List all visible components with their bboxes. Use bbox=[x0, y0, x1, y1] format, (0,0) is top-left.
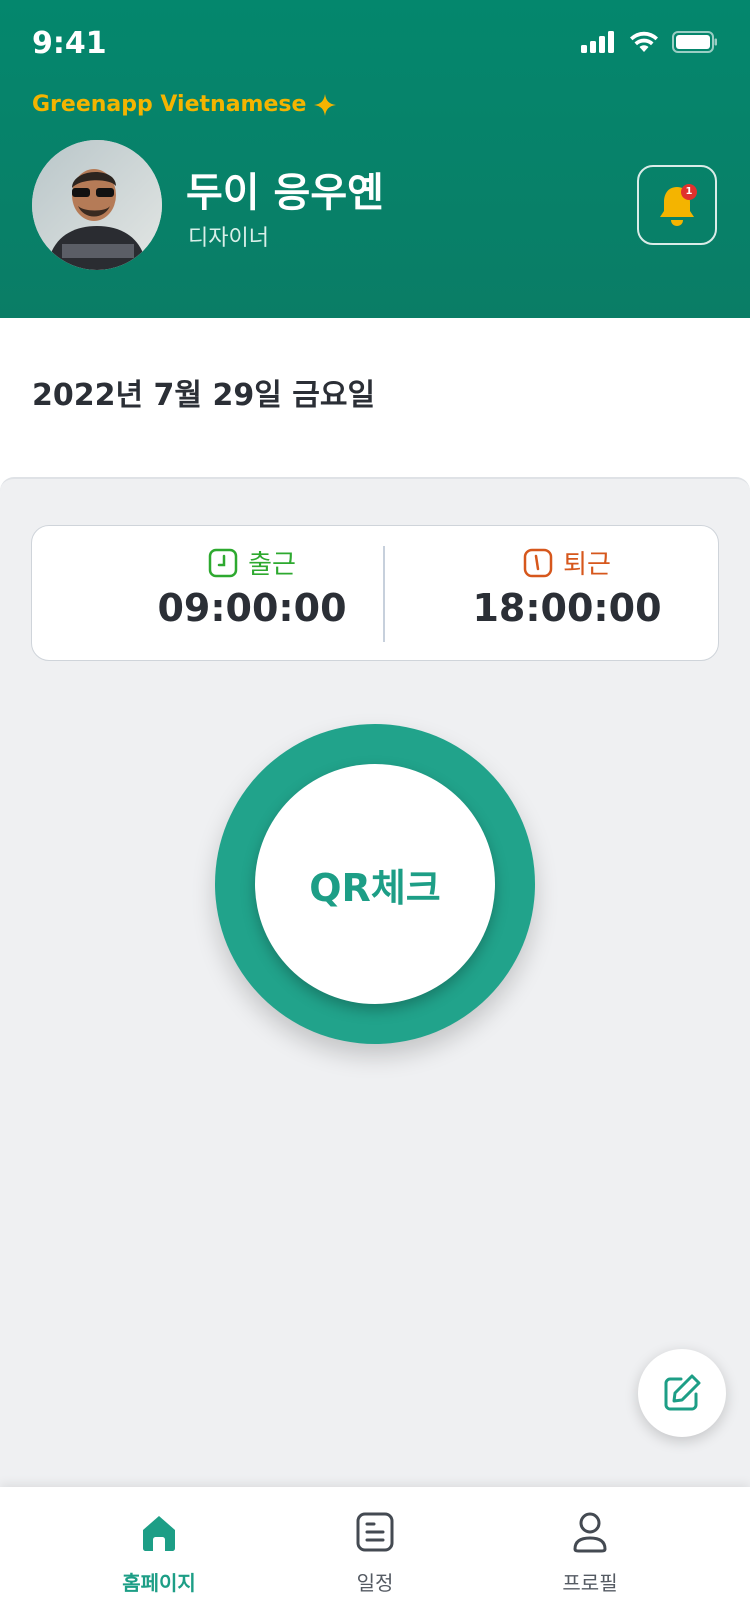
check-out-label: 퇴근 bbox=[563, 550, 611, 580]
status-icons bbox=[580, 30, 718, 54]
user-name: 두이 응우옌 bbox=[186, 170, 384, 216]
notification-button[interactable]: 1 bbox=[637, 165, 717, 245]
qr-check-inner: QR체크 bbox=[255, 764, 495, 1004]
user-role: 디자이너 bbox=[188, 226, 269, 251]
wifi-icon bbox=[630, 31, 658, 52]
org-name-label: Greenapp Vietnamese bbox=[32, 92, 307, 117]
org-name: Greenapp Vietnamese bbox=[32, 92, 337, 117]
check-out-column: 퇴근 18:00:00 bbox=[437, 544, 697, 630]
tab-schedule-icon-wrap bbox=[295, 1509, 455, 1555]
bottom-tab-bar: 홈페이지 일정 프로필 bbox=[0, 1487, 750, 1624]
attendance-card: 출근 09:00:00 퇴근 18:00:00 bbox=[31, 525, 719, 661]
document-icon bbox=[356, 1512, 394, 1552]
avatar[interactable] bbox=[32, 140, 162, 270]
check-out-label-row: 퇴근 bbox=[523, 544, 611, 581]
tab-schedule[interactable]: 일정 bbox=[295, 1509, 455, 1596]
tab-profile-icon-wrap bbox=[510, 1509, 670, 1555]
date-title: 2022년 7월 29일 금요일 bbox=[32, 378, 376, 413]
clock-in-icon bbox=[208, 548, 238, 577]
status-time: 9:41 bbox=[32, 26, 107, 61]
signal-icon bbox=[581, 31, 614, 53]
check-in-column: 출근 09:00:00 bbox=[142, 544, 362, 630]
edit-icon bbox=[664, 1374, 701, 1411]
tab-home-label: 홈페이지 bbox=[122, 1571, 196, 1595]
profile-header: 9:41 Greenapp Vietnamese 두이 응우옌 디자이너 1 bbox=[0, 0, 750, 318]
qr-check-label: QR체크 bbox=[309, 865, 441, 910]
qr-check-button[interactable]: QR체크 bbox=[215, 724, 535, 1044]
battery-icon bbox=[672, 31, 717, 53]
attendance-divider bbox=[383, 546, 385, 642]
sparkle-icon bbox=[314, 93, 337, 116]
user-icon bbox=[573, 1512, 607, 1553]
check-in-label-row: 출근 bbox=[208, 544, 296, 581]
notification-badge: 1 bbox=[681, 184, 697, 200]
avatar-photo bbox=[32, 140, 162, 270]
home-icon bbox=[143, 1516, 175, 1551]
clock-out-icon bbox=[523, 548, 553, 577]
tab-home[interactable]: 홈페이지 bbox=[79, 1509, 239, 1596]
status-bar: 9:41 bbox=[0, 0, 750, 90]
check-in-label: 출근 bbox=[248, 550, 296, 580]
check-in-time: 09:00:00 bbox=[157, 585, 347, 630]
check-out-time: 18:00:00 bbox=[472, 585, 662, 630]
tab-schedule-label: 일정 bbox=[356, 1571, 394, 1595]
tab-profile[interactable]: 프로필 bbox=[510, 1509, 670, 1596]
tab-home-icon-wrap bbox=[79, 1509, 239, 1555]
edit-button[interactable] bbox=[638, 1349, 726, 1437]
tab-profile-label: 프로필 bbox=[562, 1571, 618, 1595]
